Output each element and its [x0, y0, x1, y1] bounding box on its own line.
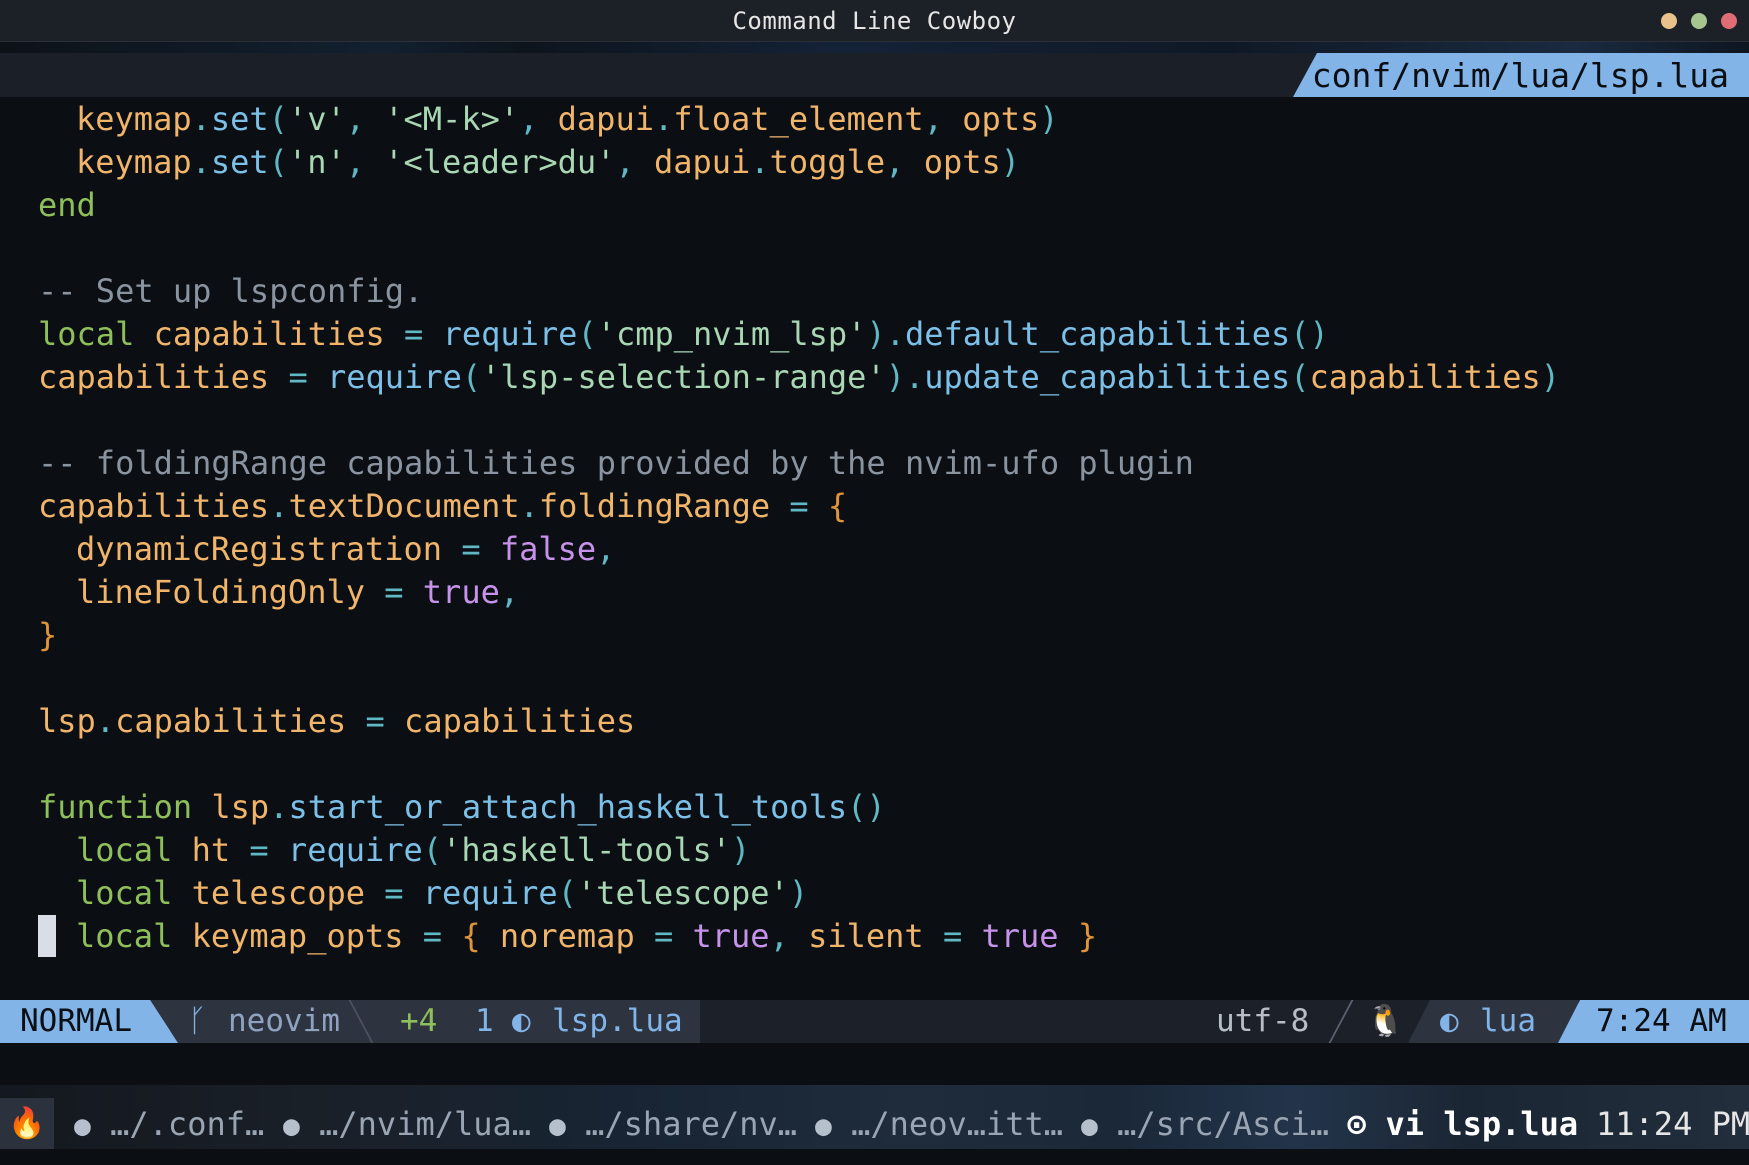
git-diff-added: +4	[400, 1003, 438, 1039]
code-line: keymap.set('v', '<M-k>', dapui.float_ele…	[76, 100, 1059, 138]
flame-icon: 🔥	[0, 1098, 54, 1149]
code-line: function lsp.start_or_attach_haskell_too…	[38, 788, 886, 826]
git-branch-icon: ᚴ	[188, 1003, 207, 1039]
linux-penguin-icon: 🐧	[1366, 1003, 1405, 1039]
tmux-window-5[interactable]: ● …/src/Asci…	[1081, 1085, 1329, 1149]
tmux-window-active[interactable]: ⊙ vi lsp.lua	[1347, 1085, 1578, 1149]
tabline: conf/nvim/lua/lsp.lua	[0, 53, 1749, 97]
status-filename: lsp.lua	[552, 1003, 683, 1039]
lua-file-icon: ◐	[512, 1003, 531, 1039]
text-cursor	[38, 915, 56, 957]
window-dot-icon: ●	[283, 1109, 300, 1142]
window-dot-icon: ●	[815, 1109, 832, 1142]
buffer-tab-lsp-lua[interactable]: conf/nvim/lua/lsp.lua	[1293, 53, 1749, 97]
code-line: capabilities.textDocument.foldingRange =…	[38, 487, 848, 525]
target-icon: ⊙	[1347, 1105, 1367, 1143]
code-line: keymap.set('n', '<leader>du', dapui.togg…	[76, 143, 1021, 181]
diagnostics-count: 1	[475, 1003, 494, 1039]
code-editor[interactable]: keymap.set('v', '<M-k>', dapui.float_ele…	[0, 98, 1749, 998]
tmux-window-1[interactable]: ● …/.conf…	[74, 1085, 264, 1149]
tmux-window-3[interactable]: ● …/share/nv…	[549, 1085, 797, 1149]
code-line: capabilities = require('lsp-selection-ra…	[38, 358, 1560, 396]
code-line: local ht = require('haskell-tools')	[76, 831, 751, 869]
segment-separator	[1328, 1000, 1354, 1043]
code-line: lsp.capabilities = capabilities	[38, 702, 636, 740]
close-button[interactable]	[1721, 13, 1737, 29]
window-controls	[1661, 13, 1737, 29]
tmux-status-bar: 🔥 ● …/.conf… ● …/nvim/lua… ● …/share/nv……	[0, 1085, 1749, 1149]
filetype: lua	[1480, 1003, 1536, 1039]
mode-segment: NORMAL	[0, 1000, 170, 1043]
code-line-current: local keymap_opts = { noremap = true, si…	[76, 917, 1098, 955]
window-title: Command Line Cowboy	[732, 6, 1017, 35]
window-dot-icon: ●	[1081, 1109, 1098, 1142]
code-line: end	[38, 186, 96, 224]
code-comment: -- Set up lspconfig.	[38, 272, 424, 310]
code-line: }	[38, 616, 58, 654]
tmux-clock: 11:24 PM	[1596, 1105, 1749, 1143]
code-line: lineFoldingOnly = true,	[76, 573, 520, 611]
status-clock: 7:24 AM	[1596, 1003, 1727, 1039]
minimize-button[interactable]	[1661, 13, 1677, 29]
command-line[interactable]	[0, 1043, 1749, 1085]
tmux-window-4[interactable]: ● …/neov…itt…	[815, 1085, 1063, 1149]
statusline: NORMAL ᚴ neovim +4 1 ◐ lsp.lua utf-8 🐧 ◐…	[0, 1000, 1749, 1043]
window-dot-icon: ●	[549, 1109, 566, 1142]
wallpaper-strip	[0, 42, 1749, 53]
maximize-button[interactable]	[1691, 13, 1707, 29]
git-branch: neovim	[228, 1003, 340, 1039]
code-line: local telescope = require('telescope')	[76, 874, 809, 912]
code-line: dynamicRegistration = false,	[76, 530, 616, 568]
mode-indicator: NORMAL	[20, 1003, 132, 1039]
window-dot-icon: ●	[74, 1109, 91, 1142]
window-titlebar: Command Line Cowboy	[0, 0, 1749, 42]
code-line: local capabilities = require('cmp_nvim_l…	[38, 315, 1329, 353]
lua-filetype-icon: ◐	[1440, 1003, 1459, 1039]
file-encoding: utf-8	[1216, 1003, 1310, 1039]
tmux-window-2[interactable]: ● …/nvim/lua…	[283, 1085, 531, 1149]
code-comment: -- foldingRange capabilities provided by…	[38, 444, 1194, 482]
buffer-tab-label: conf/nvim/lua/lsp.lua	[1311, 55, 1729, 95]
